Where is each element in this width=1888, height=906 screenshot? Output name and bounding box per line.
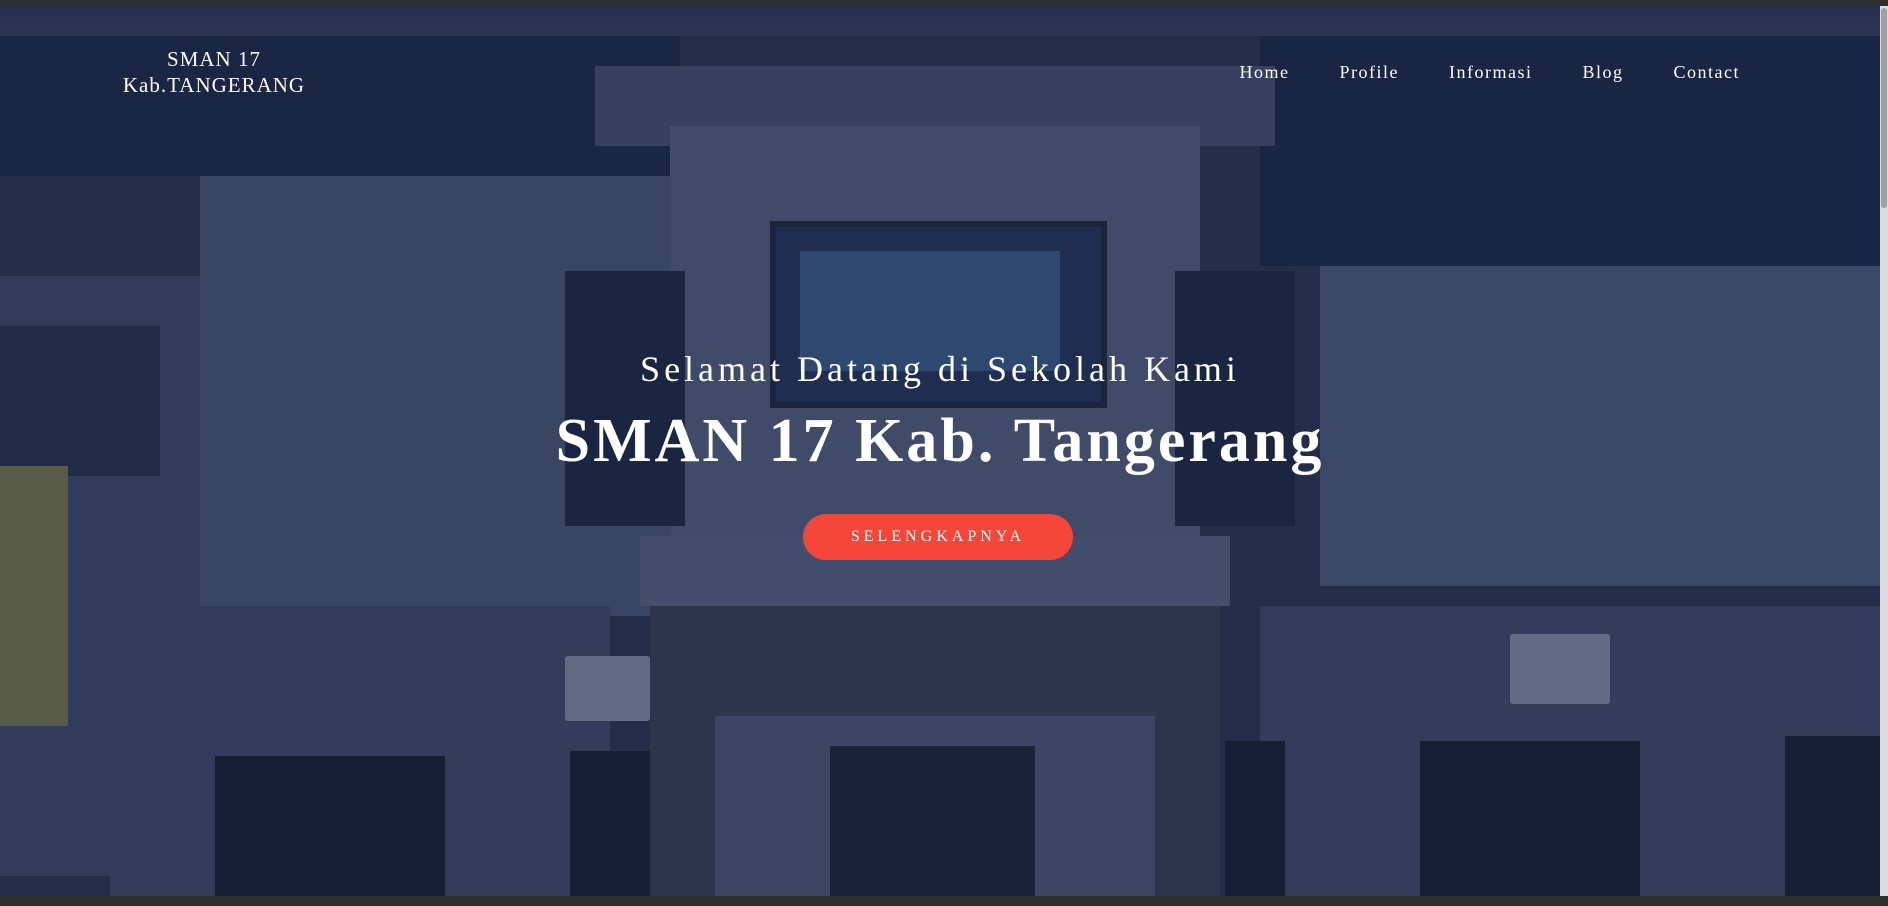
page-scrollbar[interactable] xyxy=(1880,6,1888,896)
hero-subtitle: Selamat Datang di Sekolah Kami xyxy=(640,349,1240,389)
logo-line-1: SMAN 17 xyxy=(167,47,261,71)
selengkapnya-button[interactable]: SELENGKAPNYA xyxy=(803,514,1073,560)
nav-home[interactable]: Home xyxy=(1240,62,1290,83)
nav-profile[interactable]: Profile xyxy=(1340,62,1400,83)
site-logo[interactable]: SMAN 17 Kab.TANGERANG xyxy=(100,46,328,98)
nav-contact[interactable]: Contact xyxy=(1674,62,1741,83)
nav-blog[interactable]: Blog xyxy=(1582,62,1623,83)
main-nav: Home Profile Informasi Blog Contact xyxy=(1190,62,1741,83)
hero-section: SMAN 17 Kab.TANGERANG Home Profile Infor… xyxy=(0,6,1880,896)
scrollbar-thumb[interactable] xyxy=(1881,8,1887,208)
hero-title: SMAN 17 Kab. Tangerang xyxy=(555,407,1325,475)
logo-line-2: Kab.TANGERANG xyxy=(122,73,306,97)
nav-informasi[interactable]: Informasi xyxy=(1449,62,1532,83)
browser-frame: SMAN 17 Kab.TANGERANG Home Profile Infor… xyxy=(0,0,1888,906)
